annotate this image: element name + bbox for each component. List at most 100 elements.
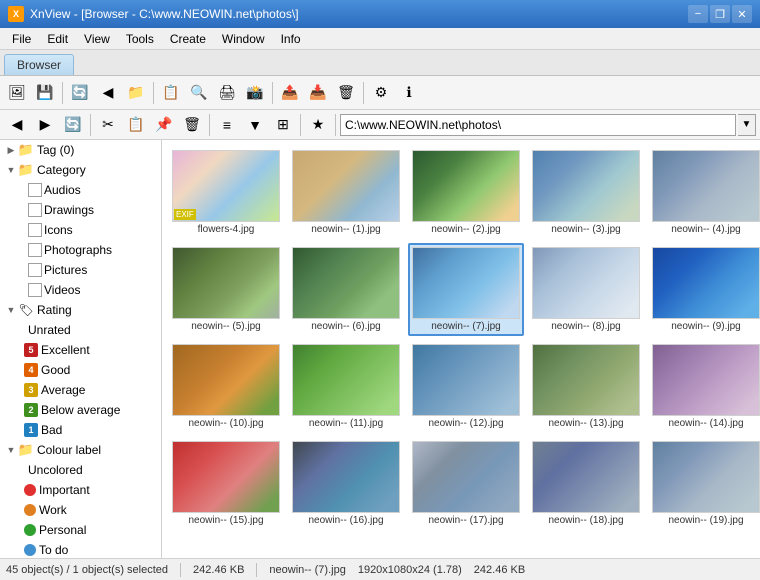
check-videos[interactable]: [28, 283, 42, 297]
nav-back[interactable]: ◀: [4, 112, 30, 138]
check-drawings[interactable]: [28, 203, 42, 217]
sidebar-item-uncolored[interactable]: Uncolored: [0, 460, 161, 480]
menu-create[interactable]: Create: [162, 30, 214, 48]
tb-capture[interactable]: 📸: [242, 80, 268, 106]
tb-export[interactable]: 📤: [277, 80, 303, 106]
check-icons[interactable]: [28, 223, 42, 237]
check-audios[interactable]: [28, 183, 42, 197]
thumbnail-image: [292, 247, 400, 319]
nav-reload[interactable]: 🔄: [60, 112, 86, 138]
sidebar-item-personal[interactable]: Personal: [0, 520, 161, 540]
sidebar-item-rating[interactable]: ▼ 🏷 Rating: [0, 300, 161, 320]
close-button[interactable]: ✕: [732, 5, 752, 23]
sidebar-item-drawings[interactable]: Drawings: [0, 200, 161, 220]
tb-folder[interactable]: 📁: [123, 80, 149, 106]
sidebar-item-photographs[interactable]: Photographs: [0, 240, 161, 260]
sidebar-item-below-average[interactable]: 2 Below average: [0, 400, 161, 420]
menu-tools[interactable]: Tools: [118, 30, 162, 48]
sidebar-item-average[interactable]: 3 Average: [0, 380, 161, 400]
tb-search[interactable]: 🔍: [186, 80, 212, 106]
tb-refresh[interactable]: 🔄: [67, 80, 93, 106]
thumbnail-item[interactable]: EXIFflowers-4.jpg: [168, 146, 284, 239]
thumbnail-image: [412, 441, 520, 513]
excellent-label: Excellent: [41, 343, 90, 357]
menu-edit[interactable]: Edit: [39, 30, 76, 48]
sidebar-item-category[interactable]: ▼ 📁 Category: [0, 160, 161, 180]
menu-view[interactable]: View: [76, 30, 118, 48]
tb-print[interactable]: 🖨: [214, 80, 240, 106]
thumbnail-item[interactable]: neowin-- (14).jpg: [648, 340, 760, 433]
tb-import[interactable]: 📥: [305, 80, 331, 106]
thumbnail-item[interactable]: neowin-- (11).jpg: [288, 340, 404, 433]
menu-info[interactable]: Info: [273, 30, 309, 48]
check-pictures[interactable]: [28, 263, 42, 277]
thumbnail-image: [412, 150, 520, 222]
sidebar-item-unrated[interactable]: Unrated: [0, 320, 161, 340]
sidebar: ▶ 📁 Tag (0) ▼ 📁 Category Audios Drawings…: [0, 140, 162, 558]
sidebar-item-work[interactable]: Work: [0, 500, 161, 520]
nav-view[interactable]: ⊞: [270, 112, 296, 138]
thumbnail-item[interactable]: neowin-- (2).jpg: [408, 146, 524, 239]
tb-copy[interactable]: 📋: [158, 80, 184, 106]
thumbnail-item[interactable]: neowin-- (5).jpg: [168, 243, 284, 336]
nav-delete[interactable]: 🗑: [179, 112, 205, 138]
thumbnail-item[interactable]: neowin-- (17).jpg: [408, 437, 524, 530]
thumbnail-item[interactable]: neowin-- (10).jpg: [168, 340, 284, 433]
thumbnail-image: [412, 247, 520, 319]
nav-paste[interactable]: 📌: [151, 112, 177, 138]
tb-info[interactable]: ℹ: [396, 80, 422, 106]
sidebar-item-videos[interactable]: Videos: [0, 280, 161, 300]
sidebar-item-icons[interactable]: Icons: [0, 220, 161, 240]
sidebar-item-good[interactable]: 4 Good: [0, 360, 161, 380]
tb-open-folder[interactable]: 🖼: [4, 80, 30, 106]
nav-sort[interactable]: ≡: [214, 112, 240, 138]
thumbnail-item[interactable]: neowin-- (8).jpg: [528, 243, 644, 336]
nav-forward[interactable]: ▶: [32, 112, 58, 138]
thumbnail-item[interactable]: neowin-- (4).jpg: [648, 146, 760, 239]
icons-label: Icons: [44, 223, 73, 237]
thumbnail-item[interactable]: neowin-- (9).jpg: [648, 243, 760, 336]
tb-save[interactable]: 💾: [32, 80, 58, 106]
status-filesize2: 242.46 KB: [474, 564, 525, 576]
tab-bar: Browser: [0, 50, 760, 76]
thumbnail-item[interactable]: neowin-- (19).jpg: [648, 437, 760, 530]
check-photographs[interactable]: [28, 243, 42, 257]
thumbnail-image: [292, 344, 400, 416]
nav-copy[interactable]: 📋: [123, 112, 149, 138]
important-label: Important: [39, 483, 90, 497]
thumbnail-item[interactable]: neowin-- (13).jpg: [528, 340, 644, 433]
minimize-button[interactable]: −: [688, 5, 708, 23]
nav-filter[interactable]: ▼: [242, 112, 268, 138]
sidebar-item-todo[interactable]: To do: [0, 540, 161, 558]
sidebar-item-audios[interactable]: Audios: [0, 180, 161, 200]
thumbnail-item[interactable]: neowin-- (18).jpg: [528, 437, 644, 530]
thumbnail-image: [172, 247, 280, 319]
menu-window[interactable]: Window: [214, 30, 273, 48]
thumbnail-item[interactable]: neowin-- (12).jpg: [408, 340, 524, 433]
restore-button[interactable]: ❐: [710, 5, 730, 23]
unrated-label: Unrated: [28, 323, 71, 337]
status-dimensions: 1920x1080x24 (1.78): [358, 564, 462, 576]
thumbnail-item[interactable]: neowin-- (1).jpg: [288, 146, 404, 239]
thumbnail-item[interactable]: neowin-- (7).jpg: [408, 243, 524, 336]
sidebar-item-tag[interactable]: ▶ 📁 Tag (0): [0, 140, 161, 160]
sidebar-item-pictures[interactable]: Pictures: [0, 260, 161, 280]
sidebar-item-bad[interactable]: 1 Bad: [0, 420, 161, 440]
tb-settings[interactable]: ⚙: [368, 80, 394, 106]
thumbnail-item[interactable]: neowin-- (3).jpg: [528, 146, 644, 239]
address-dropdown[interactable]: ▼: [738, 114, 756, 136]
nav-star[interactable]: ★: [305, 112, 331, 138]
sidebar-item-important[interactable]: Important: [0, 480, 161, 500]
nav-cut[interactable]: ✂: [95, 112, 121, 138]
tb-delete[interactable]: 🗑: [333, 80, 359, 106]
sidebar-item-colour-label[interactable]: ▼ 📁 Colour label: [0, 440, 161, 460]
thumbnail-item[interactable]: neowin-- (6).jpg: [288, 243, 404, 336]
tb-back[interactable]: ◀: [95, 80, 121, 106]
menu-file[interactable]: File: [4, 30, 39, 48]
thumbnail-image: [292, 441, 400, 513]
thumbnail-item[interactable]: neowin-- (15).jpg: [168, 437, 284, 530]
thumbnail-item[interactable]: neowin-- (16).jpg: [288, 437, 404, 530]
address-bar[interactable]: [340, 114, 736, 136]
tab-browser[interactable]: Browser: [4, 54, 74, 75]
sidebar-item-excellent[interactable]: 5 Excellent: [0, 340, 161, 360]
